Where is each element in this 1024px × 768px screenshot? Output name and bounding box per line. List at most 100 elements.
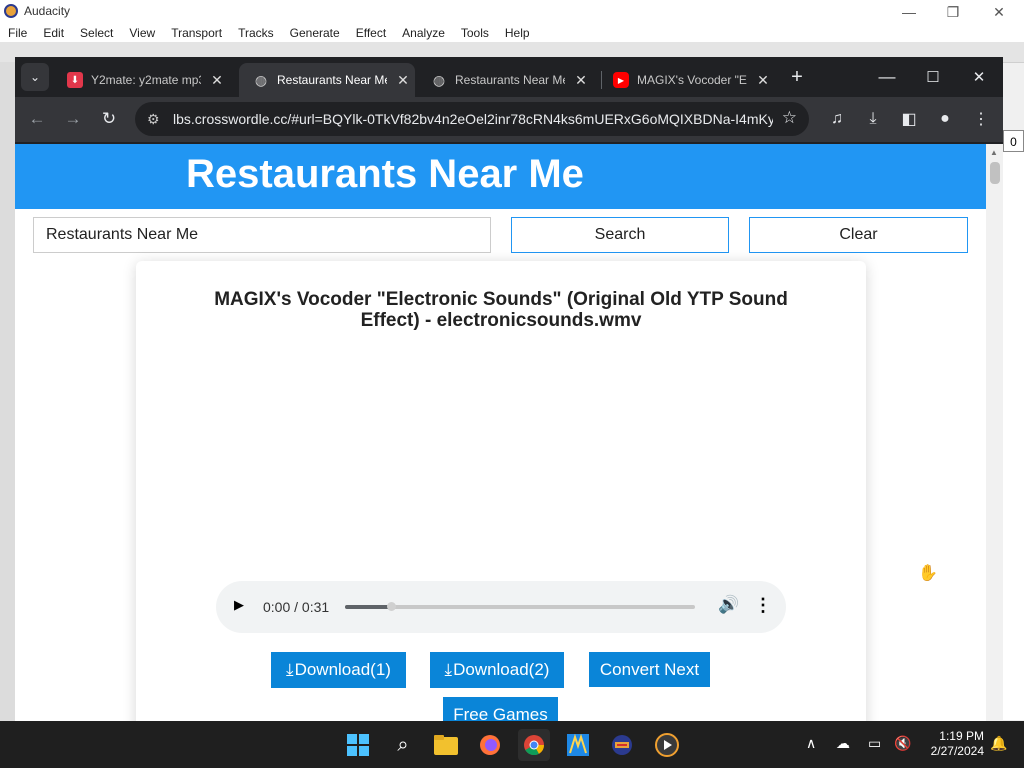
volume-muted-icon[interactable]: 🔇 [894,735,911,752]
audacity-logo-icon [4,4,18,18]
menu-help[interactable]: Help [497,24,538,42]
chrome-close-icon[interactable]: ✕ [965,63,993,91]
tab-search-chevron-icon[interactable]: ⌄ [21,63,49,91]
page-scrollbar[interactable]: ▲ [986,144,1003,722]
audacity-right-panel: 0 [1003,130,1024,720]
downloads-icon[interactable]: ⤓ [859,105,887,133]
audio-seek-knob[interactable] [386,602,396,611]
menu-select[interactable]: Select [72,24,121,42]
audacity-track-panel-edge [0,62,15,722]
side-panel-icon[interactable]: ◧ [895,105,923,133]
download-icon: ⬇ [67,72,83,88]
download-2-button[interactable]: ⤓ Download(2) [430,652,564,688]
video-title: MAGIX's Vocoder "Electronic Sounds" (Ori… [214,289,788,331]
download-1-label: Download(1) [294,660,391,679]
youtube-icon: ▶ [613,72,629,88]
menu-tools[interactable]: Tools [453,24,497,42]
download-2-label: Download(2) [453,660,550,679]
menu-effect[interactable]: Effect [348,24,394,42]
menu-view[interactable]: View [121,24,163,42]
audacity-menu-bar: File Edit Select View Transport Tracks G… [0,24,1024,42]
tab-label: Restaurants Near Me [277,73,387,87]
site-info-icon[interactable]: ⚙ [147,111,160,128]
play-icon[interactable]: ▶ [234,597,244,613]
chrome-icon[interactable] [518,729,550,761]
tab-close-icon[interactable]: ✕ [753,72,773,89]
volume-icon[interactable]: 🔊 [718,595,739,615]
omnibox[interactable]: ⚙ lbs.crosswordle.cc/#url=BQYlk-0TkVf82b… [135,102,809,136]
reload-icon[interactable]: ↻ [95,105,123,133]
page-banner: Restaurants Near Me [15,144,986,209]
new-tab-icon[interactable]: + [783,63,811,91]
scroll-thumb[interactable] [990,162,1000,184]
audacity-title-bar: Audacity — ❐ ✕ [0,0,1024,24]
tab-strip: ⌄ ⬇ Y2mate: y2mate mp3 ✕ ◍ Restaurants N… [15,57,1003,97]
toolbar: ← → ↻ ⚙ lbs.crosswordle.cc/#url=BQYlk-0T… [15,97,1003,142]
menu-analyze[interactable]: Analyze [394,24,453,42]
chrome-menu-icon[interactable]: ⋮ [967,105,995,133]
search-button[interactable]: Search [511,217,729,253]
tray-overflow-chevron-icon[interactable]: ∧ [806,735,816,752]
tab-label: Restaurants Near Me [455,73,565,87]
url-text[interactable]: lbs.crosswordle.cc/#url=BQYlk-0TkVf82bv4… [173,111,773,127]
audio-seek-bar[interactable] [345,602,695,611]
menu-file[interactable]: File [0,24,35,42]
tab-magix-vocoder[interactable]: ▶ MAGIX's Vocoder "Electronic Sounds" ✕ [599,63,781,97]
windows-start-icon[interactable] [342,729,374,761]
globe-icon: ◍ [432,71,446,88]
firefox-icon[interactable] [474,729,506,761]
hand-cursor-icon: ✋ [918,565,938,582]
search-input[interactable] [33,217,491,253]
page-title: Restaurants Near Me [186,152,584,196]
clear-button[interactable]: Clear [749,217,968,253]
menu-transport[interactable]: Transport [163,24,230,42]
chrome-window: ⌄ ⬇ Y2mate: y2mate mp3 ✕ ◍ Restaurants N… [15,57,1003,722]
media-player-icon[interactable] [651,729,683,761]
taskbar-clock[interactable]: 1:19 PM 2/27/2024 [922,729,984,759]
chrome-maximize-icon[interactable]: ☐ [919,63,947,91]
download-icon: ⤓ [286,660,294,679]
web-page: Restaurants Near Me Search Clear MAGIX's… [15,144,986,722]
tab-restaurants[interactable]: ◍ Restaurants Near Me ✕ [417,63,599,97]
audio-time: 0:00 / 0:31 [263,599,330,615]
restore-icon[interactable]: ❐ [930,0,976,24]
download-icon: ⤓ [444,660,453,679]
tab-close-icon[interactable]: ✕ [571,72,591,89]
taskbar: ⌕ ∧ ☁ ▭ 🔇 1:19 PM 2/27/2024 🔔 [0,721,1024,768]
tab-restaurants-active[interactable]: ◍ Restaurants Near Me ✕ [239,63,415,97]
forward-arrow-icon[interactable]: → [59,105,87,133]
clock-time: 1:19 PM [939,729,984,743]
audio-buffered-fill [345,605,391,609]
chrome-minimize-icon[interactable]: — [873,63,901,91]
convert-next-button[interactable]: Convert Next [589,652,710,687]
menu-generate[interactable]: Generate [282,24,348,42]
menu-edit[interactable]: Edit [35,24,72,42]
result-card: MAGIX's Vocoder "Electronic Sounds" (Ori… [136,261,866,722]
file-explorer-icon[interactable] [430,729,462,761]
tab-close-icon[interactable]: ✕ [393,72,413,89]
more-options-icon[interactable]: ⋮ [754,595,772,616]
free-games-button[interactable]: Free Games [443,697,558,722]
tab-label: MAGIX's Vocoder "Electronic Sounds" [637,73,747,87]
onedrive-icon[interactable]: ☁ [836,735,850,752]
display-icon[interactable]: ▭ [868,735,881,752]
profile-icon[interactable]: ● [931,105,959,133]
notification-bell-icon[interactable]: 🔔 [990,735,1007,752]
download-1-button[interactable]: ⤓ Download(1) [271,652,406,688]
audacity-value-box: 0 [1003,130,1024,152]
tab-close-icon[interactable]: ✕ [207,72,227,89]
bookmark-star-icon[interactable]: ☆ [782,108,797,128]
audacity-app-icon[interactable] [606,729,638,761]
minimize-icon[interactable]: — [886,0,932,24]
audacity-window-title: Audacity [24,4,71,18]
back-arrow-icon[interactable]: ← [23,105,51,133]
scroll-up-arrow-icon[interactable]: ▲ [990,148,998,157]
menu-tracks[interactable]: Tracks [230,24,282,42]
search-icon[interactable]: ⌕ [387,729,419,761]
audio-player[interactable]: ▶ 0:00 / 0:31 🔊 ⋮ [216,581,786,633]
close-icon[interactable]: ✕ [976,0,1022,24]
video-editor-icon[interactable] [562,729,594,761]
globe-icon: ◍ [254,71,268,88]
media-queue-icon[interactable]: ♫ [823,105,851,133]
tab-y2mate[interactable]: ⬇ Y2mate: y2mate mp3 ✕ [53,63,235,97]
